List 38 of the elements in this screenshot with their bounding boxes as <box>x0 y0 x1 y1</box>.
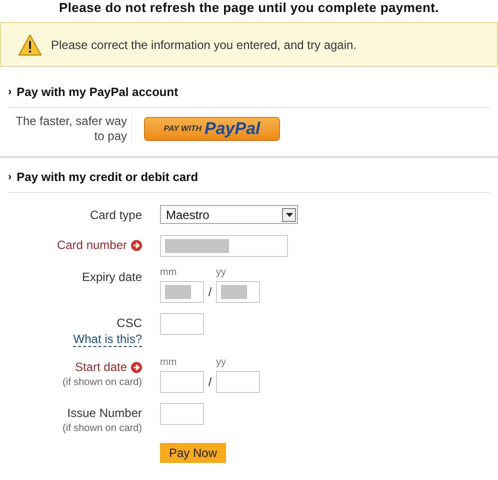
dropdown-arrow-icon <box>286 212 292 216</box>
input-field[interactable] <box>216 371 260 393</box>
input-field[interactable] <box>160 281 204 303</box>
date-caption: yy <box>216 357 227 369</box>
field-note: (if shown on card) <box>62 423 142 435</box>
alert-message: Please correct the information you entered, and try again. <box>51 36 357 54</box>
date-caption: mm <box>160 267 178 279</box>
input-field[interactable] <box>160 371 204 393</box>
warning-icon <box>18 34 42 56</box>
help-link[interactable]: What is this? <box>73 333 142 347</box>
field-label: Start date <box>74 359 127 376</box>
section-title: Pay with my credit or debit card <box>16 169 198 186</box>
blurred-value <box>165 239 229 253</box>
section-marker: › <box>8 170 12 185</box>
field-label: Card number <box>56 237 127 254</box>
error-arrow-icon <box>131 240 142 250</box>
input-field[interactable] <box>160 403 204 425</box>
field-label: CSC <box>116 315 142 332</box>
blurred-value <box>165 285 191 299</box>
section-title: Pay with my PayPal account <box>16 84 178 101</box>
field-note: (if shown on card) <box>62 377 142 389</box>
blurred-value <box>221 285 247 299</box>
field-label: Card type <box>90 207 142 224</box>
input-field[interactable] <box>160 235 288 257</box>
date-separator: / <box>207 374 213 391</box>
page-notice: Please do not refresh the page until you complete payment. <box>58 0 440 16</box>
input-field[interactable] <box>160 313 204 335</box>
date-caption: mm <box>160 357 178 369</box>
card-type-select[interactable]: Maestro <box>160 205 298 224</box>
paypal-tagline: The faster, safer way to pay <box>8 114 132 144</box>
input-field[interactable] <box>216 281 260 303</box>
section-marker: › <box>8 84 12 100</box>
date-caption: yy <box>216 267 227 279</box>
date-separator: / <box>207 284 213 301</box>
error-arrow-icon <box>131 362 142 372</box>
field-label: Expiry date <box>82 269 142 286</box>
pay-now-button[interactable]: Pay Now <box>160 443 226 463</box>
field-label: Issue Number <box>67 405 142 422</box>
